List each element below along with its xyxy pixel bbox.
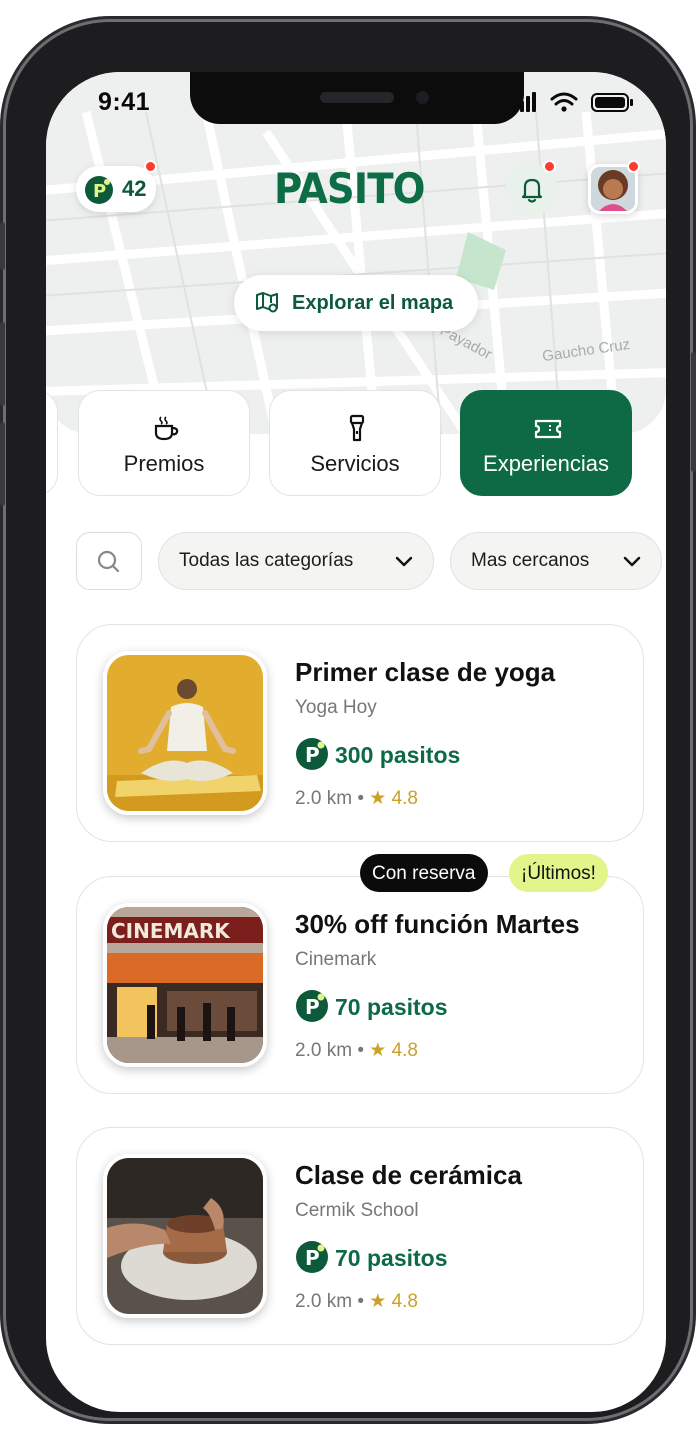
experience-card[interactable]: CINEMARK 30% off función Martes Cinemark (76, 876, 644, 1094)
pasito-coin-icon: P (296, 990, 328, 1022)
card-brand: Cinemark (295, 949, 377, 970)
separator-dot: • (357, 1040, 370, 1061)
star-icon: ★ (369, 1040, 387, 1061)
card-rating: 4.8 (391, 1291, 418, 1312)
sort-filter-dropdown[interactable]: Mas cercanos (450, 532, 662, 590)
battery-icon (591, 93, 633, 112)
app-logo: PASITO (274, 164, 425, 213)
star-icon: ★ (369, 788, 387, 809)
signal-icon (514, 92, 536, 112)
category-filter-dropdown[interactable]: Todas las categorías (158, 532, 434, 590)
explore-map-label: Explorar el mapa (292, 292, 454, 314)
power-button (691, 352, 696, 472)
wifi-icon (550, 92, 578, 106)
svg-text:P: P (305, 1246, 320, 1270)
card-image-cinema: CINEMARK (103, 903, 267, 1067)
flashlight-icon (349, 414, 365, 442)
speaker-grille (320, 92, 394, 103)
screen: Gaucho Cruz Payador 9:41 P 42 PASITO Exp… (46, 72, 666, 1412)
card-meta: 2.0 km • ★ 4.8 (295, 1290, 418, 1313)
ticket-icon (534, 419, 562, 439)
star-icon: ★ (369, 1291, 387, 1312)
card-image-yoga (103, 651, 267, 815)
points-balance[interactable]: P 42 (76, 166, 156, 212)
status-time: 9:41 (98, 88, 151, 116)
separator-dot: • (357, 788, 370, 809)
search-button[interactable] (76, 532, 142, 590)
card-points: P 300 pasitos (295, 737, 460, 771)
volume-down-button (0, 422, 5, 506)
pasito-coin-icon: P (85, 176, 113, 204)
card-title: 30% off función Martes (295, 909, 580, 939)
tab-servicios[interactable]: Servicios (269, 390, 441, 496)
map-background[interactable]: Gaucho Cruz Payador (46, 72, 666, 434)
mute-switch (0, 222, 5, 270)
card-brand: Yoga Hoy (295, 697, 377, 718)
phone-frame: Gaucho Cruz Payador 9:41 P 42 PASITO Exp… (0, 22, 696, 1418)
tab-premios[interactable]: Premios (78, 390, 250, 496)
volume-up-button (0, 322, 5, 406)
tab-servicios-label: Servicios (310, 451, 400, 476)
svg-text:P: P (305, 995, 320, 1019)
coffee-cup-icon (154, 416, 179, 441)
explore-map-button[interactable]: Explorar el mapa (234, 275, 478, 331)
notch (190, 72, 524, 124)
card-points-value: 300 pasitos (335, 742, 461, 768)
experience-card[interactable]: Primer clase de yoga Yoga Hoy P 300 pasi… (76, 624, 644, 842)
card-title: Primer clase de yoga (295, 657, 556, 687)
experience-card[interactable]: Clase de cerámica Cermik School P 70 pas… (76, 1127, 644, 1345)
card-meta: 2.0 km • ★ 4.8 (295, 787, 418, 810)
card-points: P 70 pasitos (295, 989, 448, 1023)
card-distance: 2.0 km (295, 1291, 353, 1312)
card-points-value: 70 pasitos (335, 1245, 448, 1271)
notification-dot (543, 160, 556, 173)
svg-text:CINEMARK: CINEMARK (111, 919, 231, 943)
points-notification-dot (144, 160, 157, 173)
status-icons (514, 92, 633, 112)
card-points-value: 70 pasitos (335, 994, 448, 1020)
card-image-ceramics (103, 1154, 267, 1318)
card-title: Clase de cerámica (295, 1160, 522, 1190)
chevron-down-icon (395, 556, 413, 567)
last-units-badge: ¡Últimos! (509, 854, 608, 892)
sort-filter-value: Mas cercanos (471, 550, 590, 571)
svg-text:P: P (305, 743, 320, 767)
svg-text:P: P (93, 181, 106, 202)
card-distance: 2.0 km (295, 1040, 353, 1061)
card-points: P 70 pasitos (295, 1240, 448, 1274)
card-brand: Cermik School (295, 1200, 419, 1221)
separator-dot: • (357, 1291, 370, 1312)
map-pin-icon (256, 292, 278, 313)
pasito-coin-icon: P (296, 1241, 328, 1273)
pasito-coin-icon: P (296, 738, 328, 770)
tab-premios-label: Premios (123, 451, 205, 476)
category-filter-value: Todas las categorías (179, 550, 354, 571)
reservation-badge: Con reserva (360, 854, 488, 892)
card-meta: 2.0 km • ★ 4.8 (295, 1039, 418, 1062)
profile-notification-dot (627, 160, 640, 173)
tab-experiencias[interactable]: Experiencias (460, 390, 632, 496)
card-rating: 4.8 (391, 788, 418, 809)
map-streets (46, 110, 666, 434)
tab-partial[interactable] (46, 390, 58, 496)
chevron-down-icon (623, 556, 641, 567)
card-rating: 4.8 (391, 1040, 418, 1061)
avatar-photo (591, 167, 635, 211)
front-camera (416, 91, 429, 104)
tab-experiencias-label: Experiencias (483, 451, 609, 476)
card-distance: 2.0 km (295, 788, 353, 809)
points-count: 42 (122, 176, 147, 201)
search-icon (97, 550, 120, 573)
